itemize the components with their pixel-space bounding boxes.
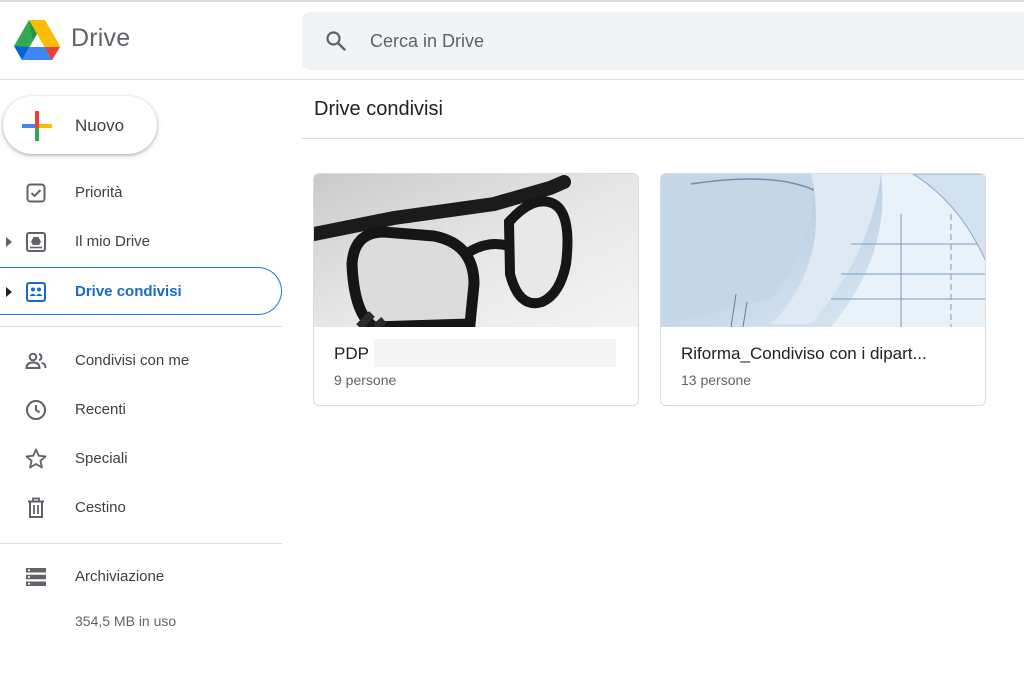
- glasses-photo-image: [314, 174, 638, 327]
- star-icon: [25, 448, 47, 469]
- sidebar-item-label: Condivisi con me: [75, 352, 190, 369]
- search-bar[interactable]: [302, 12, 1024, 70]
- sidebar-item-label: Drive condivisi: [75, 283, 182, 300]
- card-member-count: 9 persone: [334, 372, 397, 388]
- expand-arrow-icon[interactable]: [6, 287, 12, 297]
- sidebar-item-starred[interactable]: Speciali: [0, 435, 282, 483]
- card-name: Riforma_Condiviso con i dipart...: [681, 344, 927, 363]
- sidebar-item-label: Il mio Drive: [75, 233, 151, 250]
- search-icon[interactable]: [324, 29, 348, 53]
- sidebar-item-label: Recenti: [75, 401, 126, 418]
- people-icon: [25, 352, 47, 369]
- blueprint-photo-thumbnail: [661, 174, 985, 327]
- sidebar-item-my-drive[interactable]: Il mio Drive: [0, 218, 282, 266]
- redacted-area: [374, 339, 616, 367]
- shared-drives-icon: [26, 282, 46, 302]
- sidebar-item-label: Archiviazione: [75, 568, 165, 585]
- sidebar-item-label: Cestino: [75, 499, 126, 516]
- shared-drive-card[interactable]: PDP 9 persone: [313, 173, 639, 406]
- card-member-count: 13 persone: [681, 372, 752, 388]
- sidebar-item-trash[interactable]: Cestino: [0, 484, 282, 532]
- storage-icon: [26, 568, 46, 586]
- drive-logo-icon[interactable]: [14, 20, 60, 60]
- expand-arrow-icon[interactable]: [6, 237, 12, 247]
- clock-icon: [26, 400, 46, 420]
- sidebar-item-shared-drives[interactable]: Drive condivisi: [0, 267, 282, 315]
- sidebar-item-label: Priorità: [75, 184, 123, 201]
- glasses-photo-thumbnail: [314, 174, 638, 327]
- storage-usage-text: 354,5 MB in uso: [75, 613, 177, 629]
- title-divider: [302, 138, 1024, 139]
- trash-icon: [28, 497, 44, 518]
- plus-icon: [22, 111, 52, 141]
- sidebar-item-shared-with-me[interactable]: Condivisi con me: [0, 337, 282, 385]
- new-button-label: Nuovo: [75, 116, 125, 135]
- card-name: PDP: [334, 344, 369, 363]
- search-input[interactable]: [370, 25, 970, 57]
- sidebar-divider: [0, 326, 282, 327]
- sidebar-item-recent[interactable]: Recenti: [0, 386, 282, 434]
- page-title: Drive condivisi: [314, 98, 443, 120]
- shared-drive-card[interactable]: Riforma_Condiviso con i dipart... 13 per…: [660, 173, 986, 406]
- new-button[interactable]: Nuovo: [3, 96, 157, 154]
- sidebar-divider: [0, 543, 282, 544]
- sidebar-item-label: Speciali: [75, 450, 128, 467]
- app-header: Drive: [0, 2, 1024, 80]
- priority-check-icon: [26, 183, 46, 203]
- main-content: Drive condivisi PDP 9 persone Riforma_Co…: [302, 80, 1024, 687]
- sidebar-item-storage[interactable]: Archiviazione: [0, 553, 282, 601]
- sidebar-item-priority[interactable]: Priorità: [0, 169, 282, 217]
- my-drive-icon: [26, 232, 46, 252]
- blueprint-photo-image: [661, 174, 985, 327]
- sidebar: Nuovo Priorità Il mio Drive Drive condiv…: [0, 80, 290, 687]
- app-brand-name: Drive: [71, 24, 131, 52]
